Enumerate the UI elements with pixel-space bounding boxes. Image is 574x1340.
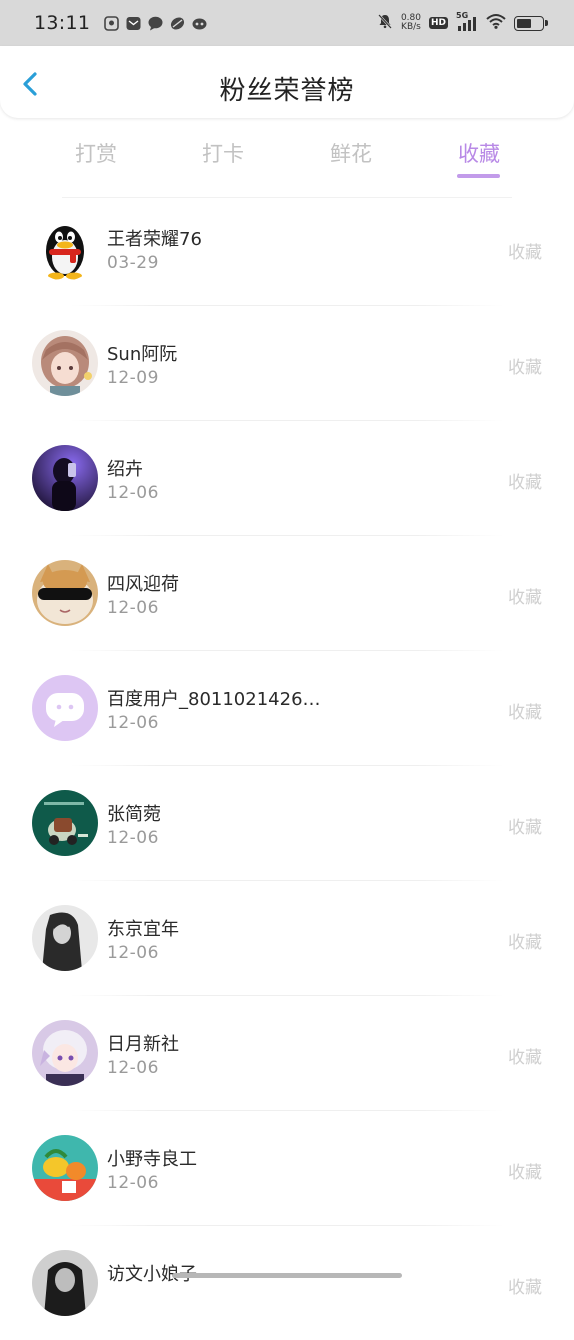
network-type-label: 5G <box>456 11 469 20</box>
chat-bubble-avatar[interactable] <box>32 675 98 741</box>
action-label: 收藏 <box>508 1163 542 1183</box>
list-item[interactable]: 日月新社 12-06 收藏 <box>0 995 574 1110</box>
user-name: Sun阿阮 <box>107 344 178 365</box>
list-item[interactable]: 百度用户_8011021426… 12-06 收藏 <box>0 650 574 765</box>
list-item[interactable]: 东京宜年 12-06 收藏 <box>0 880 574 995</box>
action-label: 收藏 <box>508 933 542 953</box>
network-speed-unit: KB/s <box>401 22 421 32</box>
list-item[interactable]: 绍卉 12-06 收藏 <box>0 420 574 535</box>
list-item[interactable]: 四风迎荷 12-06 收藏 <box>0 535 574 650</box>
gallery-notification-icon <box>104 15 120 31</box>
mute-bell-icon <box>377 13 393 33</box>
action-label: 收藏 <box>508 243 542 263</box>
user-name: 东京宜年 <box>107 919 179 940</box>
page-title: 粉丝荣誉榜 <box>219 76 355 106</box>
penguin-avatar[interactable] <box>32 215 98 281</box>
status-bar: 13:11 0.80 KB/s HD 5G <box>0 0 574 46</box>
top-app-bar: 粉丝荣誉榜 <box>0 46 574 118</box>
app-notification-icon <box>170 16 185 31</box>
tab-tip[interactable]: 打赏 <box>51 138 141 168</box>
tab-checkin[interactable]: 打卡 <box>178 138 268 168</box>
user-name: 百度用户_8011021426… <box>107 689 321 710</box>
notification-icons <box>104 15 207 31</box>
hd-badge: HD <box>428 17 448 29</box>
user-name: 王者荣耀76 <box>107 229 202 250</box>
user-name: 小野寺良工 <box>107 1149 197 1170</box>
fruit-avatar[interactable] <box>32 1135 98 1201</box>
user-name: 绍卉 <box>107 459 143 480</box>
active-tab-indicator <box>457 174 500 178</box>
system-status-icons: 0.80 KB/s HD 5G <box>377 0 548 46</box>
action-label: 收藏 <box>508 358 542 378</box>
network-speed: 0.80 KB/s <box>401 14 421 32</box>
user-name: 日月新社 <box>107 1034 179 1055</box>
bw-portrait-avatar[interactable] <box>32 905 98 971</box>
user-date: 12-06 <box>107 828 159 848</box>
home-indicator[interactable] <box>172 1273 402 1278</box>
user-date: 03-29 <box>107 253 159 273</box>
user-date: 12-06 <box>107 483 159 503</box>
anime-boy-avatar[interactable] <box>32 1020 98 1086</box>
anime-girl-avatar[interactable] <box>32 330 98 396</box>
action-label: 收藏 <box>508 473 542 493</box>
tab-favorites[interactable]: 收藏 <box>434 138 524 168</box>
action-label: 收藏 <box>508 703 542 723</box>
green-illustration-avatar[interactable] <box>32 790 98 856</box>
user-date: 12-09 <box>107 368 159 388</box>
game-notification-icon <box>192 16 207 31</box>
list-item[interactable]: Sun阿阮 12-09 收藏 <box>0 305 574 420</box>
user-date: 12-06 <box>107 943 159 963</box>
purple-photo-avatar[interactable] <box>32 445 98 511</box>
list-item[interactable]: 访文小娘子 收藏 <box>0 1225 574 1340</box>
user-date: 12-06 <box>107 1058 159 1078</box>
action-label: 收藏 <box>508 1278 542 1298</box>
wifi-icon <box>486 13 506 33</box>
tab-flowers[interactable]: 鲜花 <box>306 138 396 168</box>
list-item[interactable]: 小野寺良工 12-06 收藏 <box>0 1110 574 1225</box>
battery-icon <box>514 15 548 31</box>
user-date: 12-06 <box>107 1173 159 1193</box>
user-name: 张简菀 <box>107 804 161 825</box>
list-item[interactable]: 王者荣耀76 03-29 收藏 <box>0 190 574 305</box>
user-name: 四风迎荷 <box>107 574 179 595</box>
dark-portrait-avatar[interactable] <box>32 1250 98 1316</box>
action-label: 收藏 <box>508 1048 542 1068</box>
status-time: 13:11 <box>34 12 91 34</box>
user-date: 12-06 <box>107 713 159 733</box>
action-label: 收藏 <box>508 818 542 838</box>
user-date: 12-06 <box>107 598 159 618</box>
chat-notification-icon <box>148 16 163 31</box>
list-item[interactable]: 张简菀 12-06 收藏 <box>0 765 574 880</box>
mail-notification-icon <box>126 16 141 31</box>
action-label: 收藏 <box>508 588 542 608</box>
cat-sunglasses-avatar[interactable] <box>32 560 98 626</box>
signal-5g-icon: 5G <box>456 11 478 31</box>
